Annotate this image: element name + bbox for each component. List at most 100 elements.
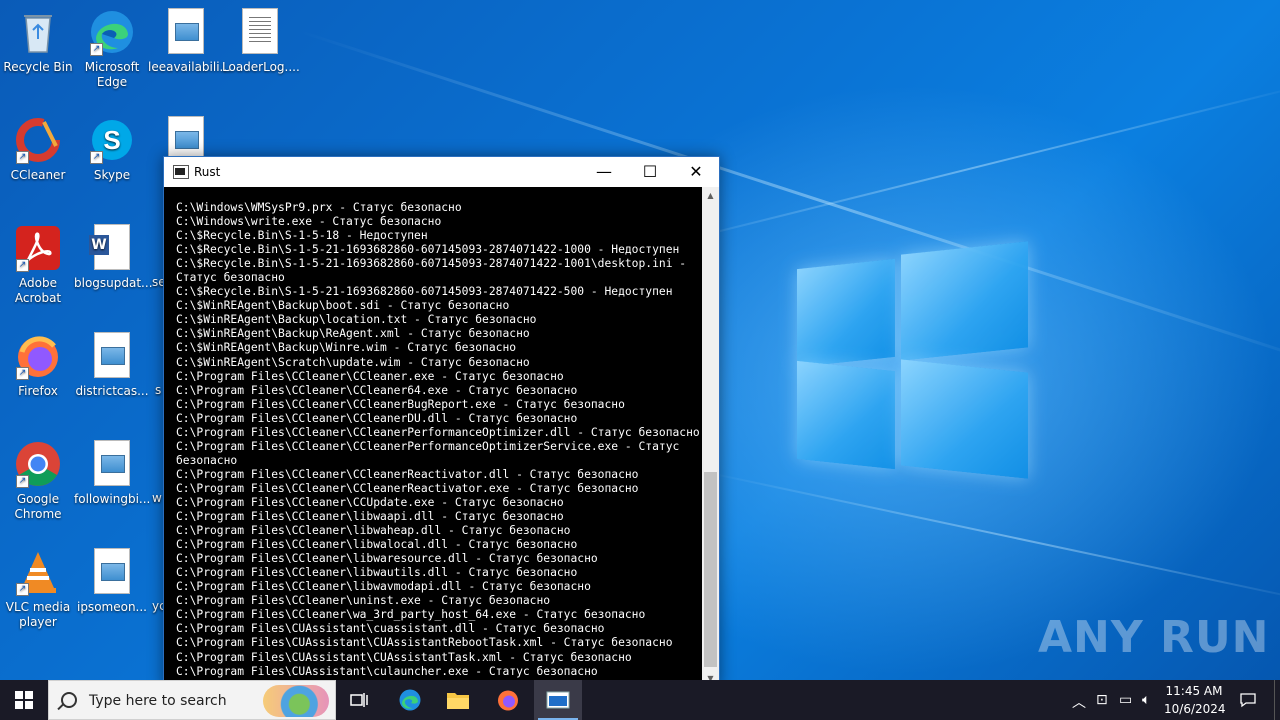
console-line: C:\Program Files\CCleaner\CCleanerReacti…: [176, 467, 639, 481]
clock-time[interactable]: 11:45 AM: [1164, 684, 1224, 698]
partial-desktop-label: w: [152, 491, 162, 505]
desktop-icon-leeavailabili[interactable]: leeavailabili...: [148, 8, 231, 75]
firefox-icon: [498, 690, 518, 711]
desktop-icon-label: VLC media player: [5, 600, 71, 629]
start-button[interactable]: [0, 680, 48, 720]
taskbar: Type here to search ︿ ⊡ ▭ 🔈︎ 11:45 AM 10…: [0, 680, 1280, 720]
volume-icon[interactable]: 🔈︎: [1142, 692, 1150, 708]
search-placeholder: Type here to search: [89, 693, 227, 709]
console-line: C:\Program Files\CUAssistant\cuassistant…: [176, 622, 605, 636]
edge-icon: ↗: [88, 8, 136, 56]
taskbar-edge-button[interactable]: [386, 680, 434, 720]
console-line: C:\Program Files\CCleaner\libwaresource.…: [176, 552, 598, 566]
console-app-icon: [173, 165, 189, 179]
scroll-up-arrow-icon[interactable]: ▲: [702, 187, 719, 204]
show-hidden-icons-chevron-icon[interactable]: ︿: [1072, 692, 1086, 712]
desktop-icon-recycle-bin[interactable]: Recycle Bin: [0, 8, 76, 75]
taskbar-search-box[interactable]: Type here to search: [48, 680, 336, 720]
desktop-icon-ccleaner[interactable]: ↗ CCleaner: [0, 116, 76, 183]
notifications-icon[interactable]: [1240, 692, 1256, 712]
show-desktop-button[interactable]: [1274, 680, 1280, 720]
windows-start-icon: [15, 691, 33, 709]
skype-icon: S ↗: [88, 116, 136, 164]
network-icon[interactable]: ▭: [1119, 692, 1132, 708]
edge-icon: [399, 689, 421, 711]
console-line: C:\Program Files\CCleaner\CCleanerPerfor…: [176, 425, 700, 439]
taskbar-console-button[interactable]: [534, 680, 582, 720]
desktop-icon-firefox[interactable]: ↗ Firefox: [0, 332, 76, 399]
word-document-icon: [88, 224, 136, 272]
clock-date[interactable]: 10/6/2024: [1164, 702, 1226, 716]
desktop-icon-blogsupdat[interactable]: blogsupdat...: [74, 224, 153, 291]
chrome-icon: ↗: [14, 440, 62, 488]
console-line: C:\Program Files\CUAssistant\CUAssistant…: [176, 650, 632, 664]
desktop-icon-label: Firefox: [18, 384, 58, 398]
desktop-icon-loaderlog[interactable]: LoaderLog....: [222, 8, 300, 75]
console-line: C:\$WinREAgent\Scratch\update.wim - Стат…: [176, 355, 530, 369]
console-line: C:\$WinREAgent\Backup\ReAgent.xml - Стат…: [176, 327, 530, 341]
desktop-icon-vlc[interactable]: ↗ VLC media player: [0, 548, 76, 630]
image-file-icon: [162, 8, 210, 56]
desktop-icon-google-chrome[interactable]: ↗ Google Chrome: [0, 440, 76, 522]
console-title-bar[interactable]: Rust — ☐ ✕: [164, 157, 719, 187]
console-line: C:\Program Files\CCleaner\libwalocal.dll…: [176, 538, 578, 552]
image-file-icon: [88, 440, 136, 488]
console-scrollbar[interactable]: ▲ ▼: [702, 187, 719, 687]
console-line: C:\Program Files\CCleaner\CCUpdate.exe -…: [176, 495, 564, 509]
console-line: C:\Program Files\CCleaner\libwaapi.dll -…: [176, 510, 564, 524]
desktop-icon-microsoft-edge[interactable]: ↗ Microsoft Edge: [74, 8, 150, 90]
desktop-icon-label: followingbi...: [74, 492, 151, 506]
folder-icon: [447, 693, 469, 709]
console-line: C:\Program Files\CUAssistant\CUAssistant…: [176, 636, 673, 650]
desktop-icon-followingbi[interactable]: followingbi...: [74, 440, 150, 507]
desktop-icon-skype[interactable]: S ↗ Skype: [74, 116, 150, 183]
console-line: Статус безопасно: [176, 271, 285, 285]
console-line: C:\$WinREAgent\Backup\Winre.wim - Статус…: [176, 341, 517, 355]
console-window[interactable]: Rust — ☐ ✕ C:\Windows\WMSysPr9.prx - Ста…: [163, 156, 720, 688]
desktop-icon-districtcas[interactable]: districtcas...: [74, 332, 150, 399]
svg-text:S: S: [103, 125, 120, 155]
windows-logo-wallpaper: [795, 240, 1030, 480]
ccleaner-icon: ↗: [14, 116, 62, 164]
task-view-button[interactable]: [336, 680, 384, 720]
desktop-icon-label: Google Chrome: [14, 492, 62, 521]
desktop-icon-label: districtcas...: [75, 384, 149, 398]
scrollbar-thumb[interactable]: [704, 472, 717, 667]
desktop-icon-adobe-acrobat[interactable]: ↗ Adobe Acrobat: [0, 224, 76, 306]
taskbar-firefox-button[interactable]: [484, 680, 532, 720]
taskbar-file-explorer-button[interactable]: [434, 680, 482, 720]
meet-now-icon[interactable]: ⊡: [1096, 692, 1108, 708]
console-line: C:\Windows\write.exe - Статус безопасно: [176, 215, 442, 229]
minimize-button[interactable]: —: [581, 157, 627, 187]
desktop-icon-label: Adobe Acrobat: [14, 276, 62, 305]
console-app-icon: [546, 691, 570, 709]
partial-desktop-label: s: [155, 383, 162, 397]
console-output[interactable]: C:\Windows\WMSysPr9.prx - Статус безопас…: [164, 187, 701, 687]
desktop-icon-label: Microsoft Edge: [84, 60, 140, 89]
console-line: C:\Program Files\CCleaner\libwautils.dll…: [176, 566, 578, 580]
close-button[interactable]: ✕: [673, 157, 719, 187]
image-file-icon: [88, 332, 136, 380]
maximize-button[interactable]: ☐: [627, 157, 673, 187]
console-line: C:\$Recycle.Bin\S-1-5-21-1693682860-6071…: [176, 257, 687, 271]
desktop-icon-ipsomeon[interactable]: ipsomeon...: [74, 548, 150, 615]
text-file-icon: [236, 8, 284, 56]
desktop-icon-label: ipsomeon...: [76, 600, 147, 614]
console-line: C:\Windows\WMSysPr9.prx - Статус безопас…: [176, 201, 462, 214]
console-line: C:\Program Files\CCleaner\CCleaner64.exe…: [176, 383, 578, 397]
console-line: C:\Program Files\CCleaner\CCleaner.exe -…: [176, 369, 564, 383]
console-line: C:\Program Files\CCleaner\CCleanerReacti…: [176, 481, 639, 495]
console-line: C:\Program Files\CUAssistant\culauncher.…: [176, 664, 598, 678]
console-line: безопасно: [176, 453, 238, 467]
console-line: C:\$Recycle.Bin\S-1-5-21-1693682860-6071…: [176, 285, 673, 299]
console-line: C:\$Recycle.Bin\S-1-5-21-1693682860-6071…: [176, 243, 680, 257]
desktop-icon-label: blogsupdat...: [74, 276, 153, 290]
console-line: C:\Program Files\CCleaner\wa_3rd_party_h…: [176, 608, 646, 622]
window-title: Rust: [194, 165, 221, 179]
console-line: C:\Program Files\CCleaner\CCleanerDU.dll…: [176, 411, 578, 425]
console-line: C:\Program Files\CCleaner\uninst.exe - С…: [176, 594, 551, 608]
image-file-icon: [88, 548, 136, 596]
console-line: C:\Program Files\CCleaner\CCleanerPerfor…: [176, 439, 680, 453]
light-beam: [699, 470, 1280, 608]
desktop-icon-label: CCleaner: [10, 168, 66, 182]
